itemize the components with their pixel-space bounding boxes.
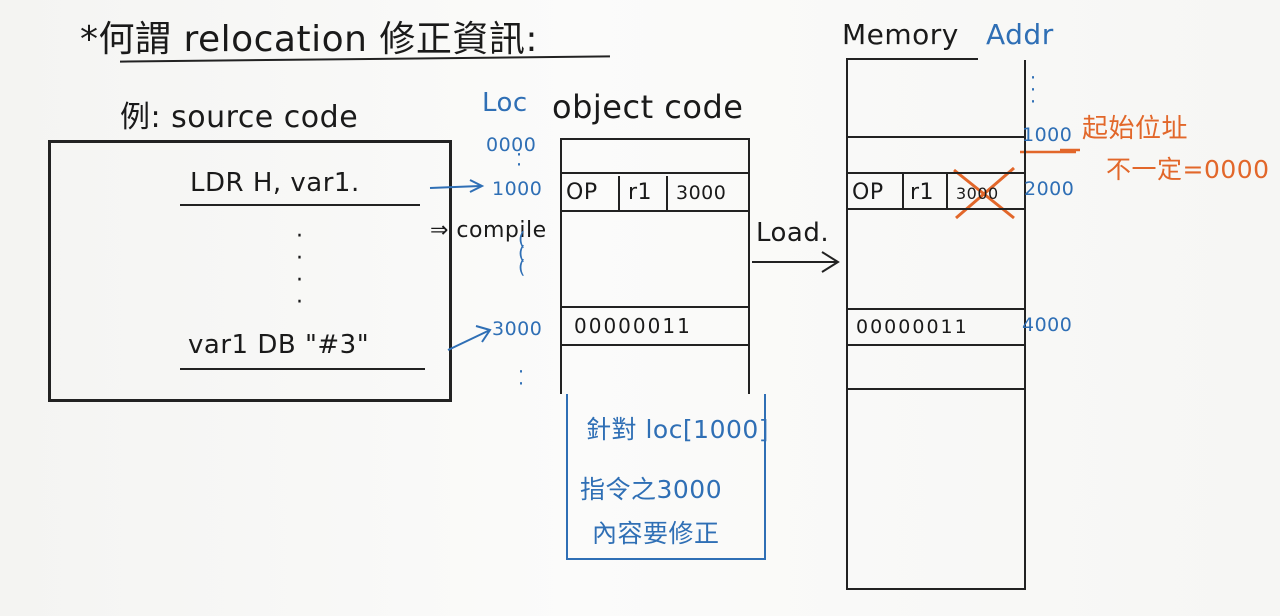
mem-row-line-1 bbox=[846, 136, 1026, 138]
mem-data-value: 00000011 bbox=[856, 316, 969, 338]
mem-instr-addr: 3000 bbox=[956, 184, 999, 203]
object-code-column bbox=[560, 138, 750, 394]
mem-instr-sep-1 bbox=[902, 174, 904, 208]
mem-addr-2000: 2000 bbox=[1024, 178, 1075, 200]
loc-1000: 1000 bbox=[492, 178, 543, 200]
start-addr-note-line-2: 不一定=0000 bbox=[1106, 155, 1270, 184]
mem-row-line-5 bbox=[846, 344, 1026, 346]
loc-3000: 3000 bbox=[492, 318, 543, 340]
mem-instr-reg: r1 bbox=[910, 180, 935, 205]
obj-row-line-2 bbox=[560, 210, 750, 212]
mem-row-line-4 bbox=[846, 308, 1026, 310]
obj-instr-reg: r1 bbox=[628, 180, 653, 205]
loc-dots-top: · · bbox=[516, 144, 523, 176]
mem-addr-4000: 4000 bbox=[1022, 314, 1073, 336]
arrow-ldr-to-1000 bbox=[429, 185, 481, 189]
compile-label: ⇒ compile bbox=[430, 218, 547, 243]
obj-instr-addr: 3000 bbox=[676, 182, 727, 204]
loc-header: Loc bbox=[482, 88, 528, 118]
note-line-2: 指令之3000 bbox=[580, 475, 723, 504]
mem-row-line-3 bbox=[846, 208, 1026, 210]
mem-addr-1000: 1000 bbox=[1022, 124, 1073, 146]
addr-header: Addr bbox=[986, 18, 1054, 51]
note-line-1: 針對 loc[1000] bbox=[586, 415, 770, 444]
obj-instr-sep-1 bbox=[618, 176, 620, 210]
obj-row-line-1 bbox=[560, 172, 750, 174]
obj-row-line-4 bbox=[560, 344, 750, 346]
obj-instr-sep-2 bbox=[666, 176, 668, 210]
obj-instr-op: OP bbox=[566, 180, 598, 205]
start-addr-note-line-1: 起始位址 bbox=[1082, 114, 1189, 144]
object-code-header: object code bbox=[552, 88, 744, 126]
load-label: Load. bbox=[756, 218, 830, 248]
mem-instr-sep-2 bbox=[946, 174, 948, 208]
obj-row-line-3 bbox=[560, 306, 750, 308]
mem-instr-op: OP bbox=[852, 180, 884, 205]
loc-dots-mid: ((( bbox=[518, 228, 526, 278]
mem-addr-dots: · · · bbox=[1030, 67, 1037, 113]
obj-row-line-0 bbox=[560, 138, 750, 140]
loc-dots-bottom: · · bbox=[518, 361, 525, 395]
memory-header: Memory bbox=[842, 18, 959, 51]
loc-0000: 0000 bbox=[486, 134, 537, 156]
mem-row-line-2 bbox=[846, 172, 1026, 174]
mem-bottom-line bbox=[846, 588, 1026, 590]
mem-row-line-6 bbox=[846, 388, 1026, 390]
obj-data-value: 00000011 bbox=[574, 314, 692, 338]
note-line-3: 內容要修正 bbox=[592, 519, 720, 548]
